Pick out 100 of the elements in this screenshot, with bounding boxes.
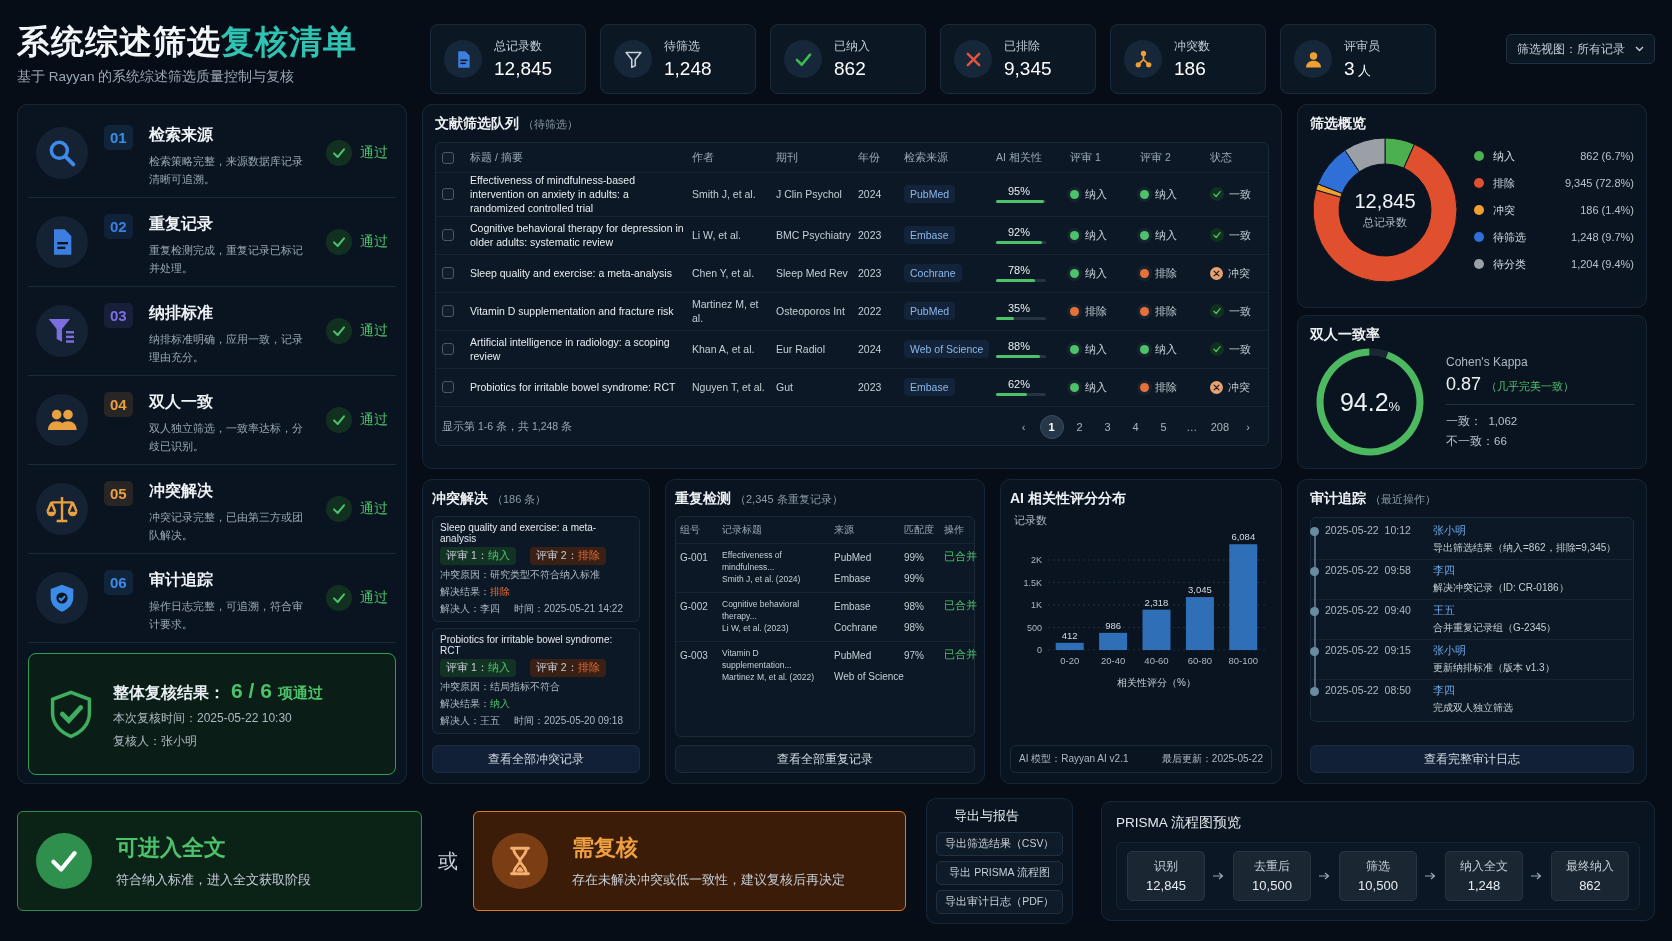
view-duplicates-button[interactable]: 查看全部重复记录 — [675, 745, 975, 773]
table-cell-text: 99% — [904, 572, 925, 586]
step-description: 操作日志完整，可追溯，符合审计要求。 — [148, 599, 304, 633]
table-cell-text: Vitamin D supplementation and fracture risk — [470, 303, 675, 319]
export-button[interactable]: 导出 PRISMA 流程图 — [936, 861, 1063, 885]
pass-label: 通过 — [360, 144, 388, 162]
step-title: 双人一致 — [148, 392, 214, 412]
panel-subtitle: （186 条） — [492, 492, 547, 507]
arrow-icon — [1213, 872, 1225, 880]
source-tag: Embase — [904, 226, 955, 244]
stat-value: 1,248 — [664, 58, 712, 80]
timestamp: 2025-05-22 08:50 — [1325, 684, 1412, 698]
review-badge: 评审 2：排除 — [529, 659, 606, 677]
table-cell-text: 99% — [904, 551, 925, 565]
page-button[interactable]: 5 — [1151, 414, 1176, 439]
view-conflicts-button[interactable]: 查看全部冲突记录 — [432, 745, 640, 773]
panel-title: PRISMA 流程图预览 — [1116, 814, 1242, 832]
table-cell-text: Smith J, et al. (2024) — [722, 573, 802, 586]
checkbox[interactable] — [442, 305, 454, 317]
checkbox[interactable] — [442, 343, 454, 355]
panel-subtitle: （待筛选） — [523, 117, 578, 132]
view-audit-log-button[interactable]: 查看完整审计日志 — [1310, 745, 1634, 773]
kappa-value: 0.87 — [1446, 374, 1482, 394]
person-icon — [1294, 40, 1332, 78]
decision-title: 可进入全文 — [116, 834, 227, 862]
people-icon — [36, 394, 88, 446]
table-cell-text: Web of Science — [834, 670, 904, 684]
agree-count: 一致： 1,062 — [1446, 414, 1519, 429]
check-icon — [326, 318, 352, 344]
review-badge: 评审 1：纳入 — [440, 659, 516, 677]
donut-caption: 总记录数 — [1363, 216, 1407, 230]
resolver-name: 解决人：王五 — [440, 714, 500, 728]
column-header: 评审 2 — [1140, 150, 1172, 165]
table-cell-text: Gut — [776, 379, 794, 395]
table-cell-text: Artificial intelligence in radiology: a scoping review — [470, 334, 671, 364]
checkbox[interactable] — [442, 381, 454, 393]
check-icon — [326, 407, 352, 433]
next-page-button[interactable]: › — [1236, 414, 1260, 439]
pass-label: 通过 — [360, 233, 388, 251]
status-label: 冲突 — [1228, 265, 1250, 281]
page-button[interactable]: 1 — [1039, 414, 1064, 439]
page-button[interactable]: 4 — [1123, 414, 1148, 439]
decision-label: 排除 — [1070, 303, 1107, 319]
status-label: 冲突 — [1228, 379, 1250, 395]
view-filter-dropdown[interactable]: 筛选视图：所有记录 — [1506, 34, 1655, 64]
column-header: 匹配度 — [904, 523, 935, 537]
kappa-note: （几乎完美一致） — [1486, 380, 1575, 392]
check-icon — [326, 140, 352, 166]
audit-action: 导出筛选结果（纳入=862，排除=9,345） — [1433, 541, 1618, 555]
checkbox[interactable] — [442, 267, 454, 279]
stat-value: 186 — [1174, 58, 1207, 80]
stat-label: 评审员 — [1344, 38, 1380, 55]
tick-label: 2K — [1031, 555, 1042, 565]
panel-title: 筛选概览 — [1310, 115, 1367, 133]
audit-action: 更新纳排标准（版本 v1.3） — [1433, 661, 1556, 675]
status-label: 一致 — [1229, 186, 1251, 202]
legend-label: 冲突 — [1493, 202, 1515, 218]
model-name: AI 模型：Rayyan AI v2.1 — [1019, 752, 1129, 766]
timeline-dot — [1310, 607, 1319, 616]
decision-label: 纳入 — [1140, 186, 1177, 202]
timeline-dot — [1310, 567, 1319, 576]
page-button[interactable]: 208 — [1207, 414, 1232, 439]
user-name: 李四 — [1433, 684, 1456, 698]
table-cell-text: Cognitive behavioral therapy... — [722, 599, 801, 623]
stat-label: 总记录数 — [494, 38, 543, 55]
conflict-reason: 冲突原因：研究类型不符合纳入标准 — [440, 568, 601, 582]
check-icon — [1210, 304, 1224, 318]
table-cell-text: Embase — [834, 572, 872, 586]
table-cell-text: 2023 — [858, 265, 883, 281]
decision-label: 纳入 — [1070, 186, 1107, 202]
timestamp: 2025-05-22 09:58 — [1325, 564, 1412, 578]
checkbox[interactable] — [442, 229, 454, 241]
previous-page-button[interactable]: ‹ — [1011, 414, 1036, 439]
axis-title: 相关性评分（%） — [1117, 677, 1196, 688]
column-header: 检索来源 — [904, 150, 949, 165]
column-header: 状态 — [1210, 150, 1233, 165]
legend-value: 862 (6.7%) — [1580, 150, 1634, 162]
column-header: 年份 — [858, 150, 881, 165]
data-label: 2,318 — [1144, 596, 1169, 608]
checkbox[interactable] — [442, 151, 454, 164]
export-button[interactable]: 导出筛选结果（CSV） — [936, 832, 1063, 856]
panel-subtitle: （2,345 条重复记录） — [735, 492, 843, 507]
tick-label: 0-20 — [1060, 655, 1080, 666]
funnel-icon — [36, 305, 88, 357]
table-cell-text: Vitamin D supplementation... — [722, 648, 793, 672]
page-button[interactable]: 2 — [1067, 414, 1092, 439]
stage-count: 10,500 — [1358, 878, 1398, 893]
stage-count: 862 — [1579, 878, 1601, 893]
check-icon — [326, 585, 352, 611]
checkbox[interactable] — [442, 188, 454, 201]
check-icon — [1210, 187, 1224, 202]
step-number: 03 — [104, 303, 133, 328]
table-cell-text: 2023 — [858, 227, 883, 243]
bar — [1142, 609, 1171, 650]
panel-title: 双人一致率 — [1310, 326, 1381, 344]
page-button[interactable]: 3 — [1095, 414, 1120, 439]
export-button[interactable]: 导出审计日志（PDF） — [936, 890, 1063, 914]
bar — [1185, 597, 1214, 650]
resolution-time: 时间：2025-05-21 14:22 — [514, 602, 623, 616]
status-label: 一致 — [1229, 227, 1251, 243]
